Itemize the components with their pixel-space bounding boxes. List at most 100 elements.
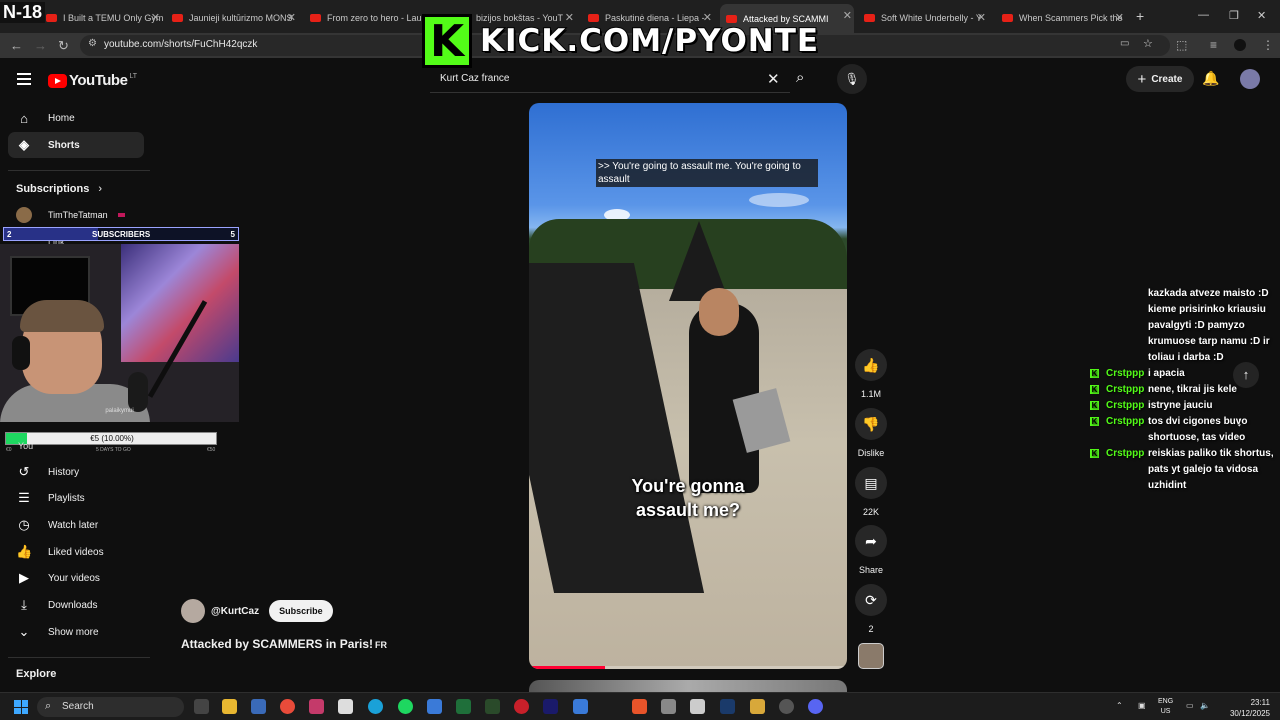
app-icon[interactable]	[690, 699, 705, 714]
previous-short-button[interactable]: ↑	[1233, 362, 1259, 388]
sidebar-item-history[interactable]: ↺ History	[8, 459, 144, 485]
app-icon[interactable]	[661, 699, 676, 714]
taskbar-search[interactable]: ⌕ Search	[37, 697, 184, 717]
sidebar-item-liked-videos[interactable]: 👍 Liked videos	[8, 539, 144, 565]
browser-tab[interactable]: I Built a TEMU Only Gym ✕	[40, 6, 164, 30]
notifications-bell-icon[interactable]: 🔔	[1202, 70, 1219, 87]
browser-tab[interactable]: From zero to hero - Laur	[304, 6, 424, 30]
short-video-player[interactable]: >> You're going to assault me. You're go…	[529, 103, 847, 669]
video-title[interactable]: Attacked by SCAMMERS in Paris! FR	[181, 637, 387, 651]
restore-icon[interactable]: ❐	[1229, 9, 1239, 22]
volume-icon[interactable]: 🔈	[1200, 701, 1210, 710]
app-icon[interactable]	[309, 699, 324, 714]
sidebar-item-downloads[interactable]: ⤓ Downloads	[8, 592, 144, 618]
chrome-icon[interactable]	[280, 699, 295, 714]
account-avatar[interactable]	[1240, 69, 1260, 89]
app-icon[interactable]	[485, 699, 500, 714]
comment-icon[interactable]: ▤	[855, 467, 887, 499]
edge-icon[interactable]	[368, 699, 383, 714]
thumbs-down-icon[interactable]: 👎	[855, 408, 887, 440]
sidebar-item-your-videos[interactable]: ▶ Your videos	[8, 565, 144, 591]
app-icon[interactable]	[573, 699, 588, 714]
back-icon[interactable]: ←	[10, 38, 23, 53]
dark-wall	[529, 263, 705, 593]
subscriptions-heading[interactable]: Subscriptions ›	[16, 183, 102, 195]
share-action[interactable]: ➦ Share	[855, 525, 887, 575]
sidebar-item-shorts[interactable]: ◈ Shorts	[8, 132, 144, 158]
url-text[interactable]: youtube.com/shorts/FuChH42qczk	[104, 39, 257, 50]
sidebar-item-home[interactable]: ⌂ Home	[8, 105, 144, 131]
site-info-icon[interactable]: ⚙	[88, 38, 97, 49]
close-tab-icon[interactable]: ✕	[287, 11, 296, 24]
search-query[interactable]: Kurt Caz france	[440, 73, 509, 84]
app-icon[interactable]	[750, 699, 765, 714]
microphone	[128, 372, 148, 412]
task-view-icon[interactable]	[194, 699, 209, 714]
bookmark-star-icon[interactable]: ☆	[1143, 37, 1153, 50]
close-tab-icon[interactable]: ✕	[151, 11, 160, 24]
obs-icon[interactable]	[779, 699, 794, 714]
app-icon[interactable]	[514, 699, 529, 714]
app-icon[interactable]	[338, 699, 353, 714]
sidebar-item-show-more[interactable]: ⌄ Show more	[8, 619, 144, 645]
search-input[interactable]: Kurt Caz france ✕	[430, 65, 790, 93]
remix-action[interactable]: ⟳ 2	[855, 584, 887, 634]
clear-search-icon[interactable]: ✕	[767, 70, 780, 88]
close-window-icon[interactable]: ✕	[1257, 9, 1266, 22]
like-action[interactable]: 👍 1.1M	[855, 349, 887, 399]
new-tab-icon[interactable]: +	[1136, 8, 1144, 24]
remix-icon[interactable]: ⟳	[855, 584, 887, 616]
next-short-preview[interactable]	[529, 680, 847, 692]
browser-tab[interactable]: Soft White Underbelly - Y ✕	[858, 6, 990, 30]
channel-name[interactable]: @KurtCaz	[211, 606, 259, 617]
forward-icon[interactable]: →	[34, 38, 47, 53]
search-icon[interactable]: ⌕	[796, 69, 804, 86]
close-tab-icon[interactable]: ✕	[843, 9, 852, 22]
comments-action[interactable]: ▤ 22K	[855, 467, 887, 517]
brave-icon[interactable]	[632, 699, 647, 714]
cast-icon[interactable]: ▭	[1120, 38, 1129, 49]
browser-tab[interactable]: Jaunieji kultūrizmo MONS ✕	[166, 6, 300, 30]
spotify-icon[interactable]	[398, 699, 413, 714]
browser-tab[interactable]: When Scammers Pick the ✕	[996, 6, 1128, 30]
voice-search-button[interactable]: 🎙	[837, 64, 867, 94]
clock-icon: ◷	[18, 517, 30, 532]
tray-app-icon[interactable]: ▣	[1138, 701, 1146, 710]
minimize-icon[interactable]: —	[1198, 9, 1209, 21]
network-icon[interactable]: ▭	[1186, 701, 1194, 710]
menu-icon[interactable]	[17, 73, 31, 88]
channel-avatar[interactable]	[181, 599, 205, 623]
you-heading[interactable]: You	[18, 441, 33, 451]
clock[interactable]: 23:11 30/12/2025	[1218, 697, 1270, 719]
close-tab-icon[interactable]: ✕	[977, 11, 986, 24]
youtube-favicon-icon	[46, 14, 57, 22]
close-tab-icon[interactable]: ✕	[1115, 11, 1124, 24]
share-icon[interactable]: ➦	[855, 525, 887, 557]
profile-icon[interactable]	[1234, 39, 1246, 51]
thumbs-up-icon[interactable]: 👍	[855, 349, 887, 381]
dislike-action[interactable]: 👎 Dislike	[855, 408, 887, 458]
youtube-logo[interactable]: YouTube LT	[48, 72, 137, 89]
steam-icon[interactable]	[720, 699, 735, 714]
next-short-button[interactable]: ↓	[1236, 414, 1243, 429]
store-icon[interactable]	[251, 699, 266, 714]
premiere-icon[interactable]	[543, 699, 558, 714]
subscription-item[interactable]: TimTheTatman	[16, 207, 125, 223]
app-icon[interactable]	[456, 699, 471, 714]
file-explorer-icon[interactable]	[222, 699, 237, 714]
sidebar-item-playlists[interactable]: ☰ Playlists	[8, 485, 144, 511]
audio-source-thumbnail[interactable]	[858, 643, 884, 669]
reload-icon[interactable]: ↻	[58, 38, 69, 54]
subscribe-button[interactable]: Subscribe	[269, 600, 333, 622]
photos-icon[interactable]	[427, 699, 442, 714]
tray-expand-icon[interactable]: ⌃	[1116, 701, 1123, 710]
windows-start-icon[interactable]	[14, 700, 28, 714]
sidebar-item-watch-later[interactable]: ◷ Watch later	[8, 512, 144, 538]
extensions-icon[interactable]: ⬚	[1176, 38, 1187, 52]
video-progress-bar[interactable]	[529, 666, 847, 669]
media-icon[interactable]: ≡	[1210, 38, 1217, 52]
language-indicator[interactable]: ENG US	[1158, 697, 1173, 717]
browser-menu-icon[interactable]: ⋮	[1262, 38, 1274, 52]
discord-icon[interactable]	[808, 699, 823, 714]
create-button[interactable]: + Create	[1126, 66, 1194, 92]
